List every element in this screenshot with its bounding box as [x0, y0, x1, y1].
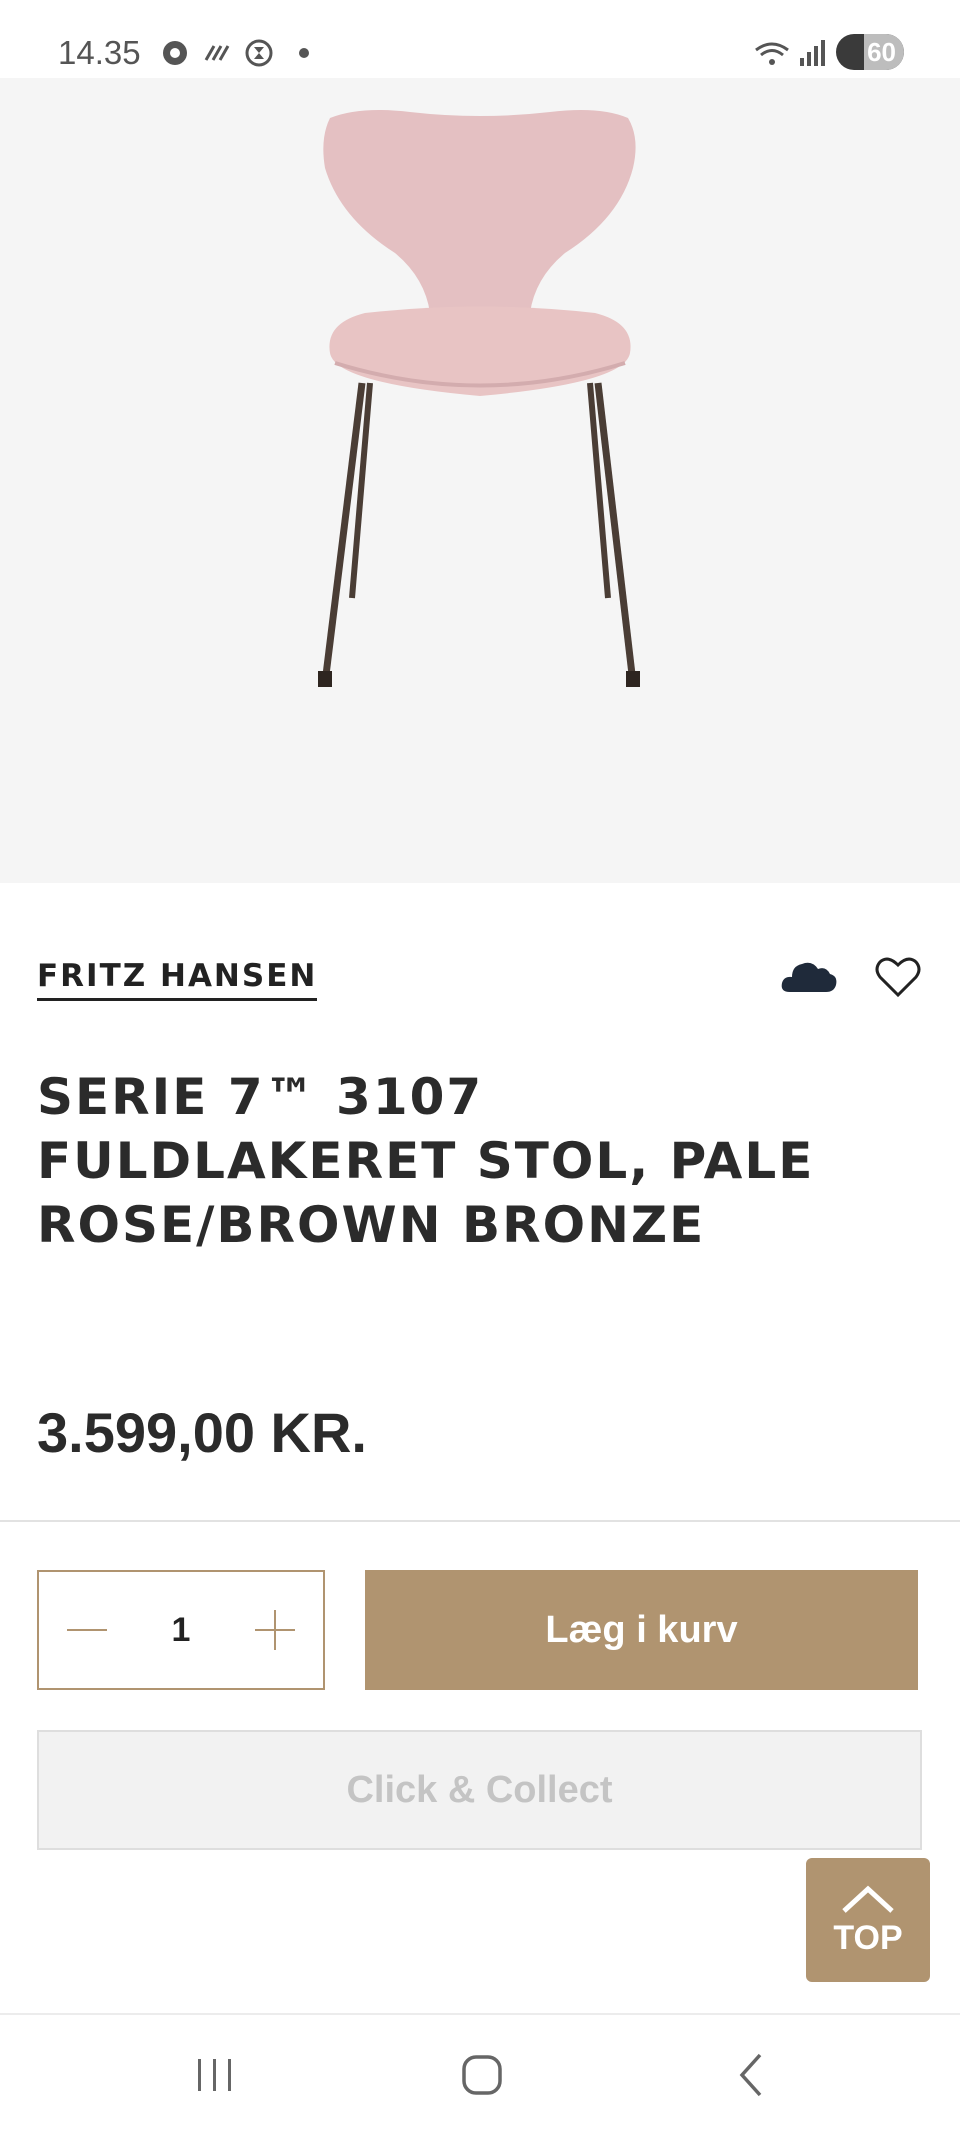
chevron-up-icon: [842, 1885, 894, 1913]
top-label: TOP: [833, 1918, 903, 1957]
add-to-cart-button[interactable]: Læg i kurv: [365, 1570, 918, 1690]
home-icon[interactable]: [452, 2045, 512, 2105]
battery-level: 60: [867, 36, 896, 67]
timer-icon: [245, 39, 273, 67]
heart-icon[interactable]: [874, 955, 922, 999]
status-bar: 14.35 60: [0, 0, 960, 78]
recents-icon[interactable]: [185, 2045, 245, 2105]
back-to-top-button[interactable]: TOP: [806, 1858, 930, 1982]
minus-icon[interactable]: [67, 1610, 107, 1650]
cloud-icon[interactable]: [780, 956, 838, 996]
product-image[interactable]: [0, 78, 960, 883]
data-saver-icon: [204, 45, 230, 61]
quantity-value[interactable]: 1: [172, 1611, 191, 1650]
divider: [0, 1520, 960, 1522]
plus-icon[interactable]: [254, 1610, 295, 1650]
wifi-icon: [755, 42, 789, 65]
brand-link[interactable]: FRITZ HANSEN: [37, 958, 318, 1001]
quantity-stepper: 1: [37, 1570, 325, 1690]
navigation-bar: [0, 2013, 960, 2133]
back-icon[interactable]: [722, 2045, 782, 2105]
status-time: 14.35: [58, 34, 141, 71]
battery-indicator: 60: [836, 34, 904, 70]
product-price: 3.599,00 KR.: [37, 1401, 367, 1464]
chrome-icon: [163, 41, 187, 65]
notification-dot-icon: [299, 48, 309, 58]
product-title: SERIE 7™ 3107 FULDLAKERET STOL, PALE ROS…: [37, 1068, 815, 1254]
chair-illustration: [318, 110, 640, 687]
signal-icon: [800, 40, 825, 66]
click-collect-button[interactable]: Click & Collect: [37, 1730, 922, 1850]
